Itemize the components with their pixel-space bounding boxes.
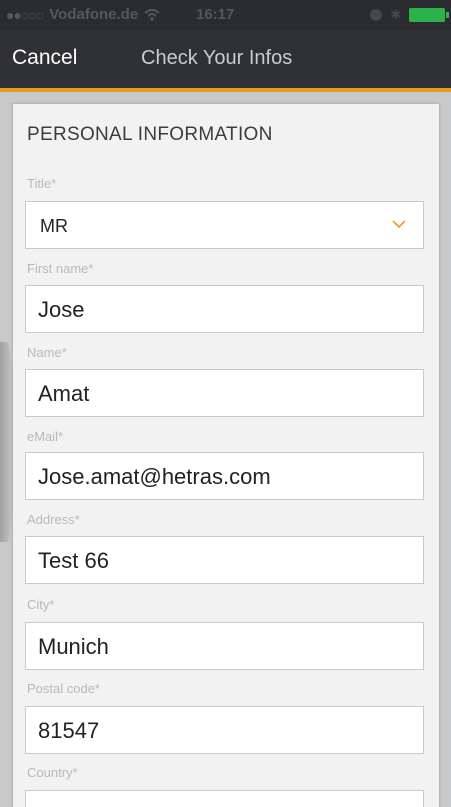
personal-information-card: PERSONAL INFORMATION Title* MR First nam… bbox=[13, 104, 439, 807]
name-label: Name* bbox=[27, 345, 67, 360]
nav-bar: Cancel Check Your Infos bbox=[0, 30, 451, 88]
email-value: Jose.amat@hetras.com bbox=[38, 464, 271, 489]
title-label: Title* bbox=[27, 176, 57, 191]
content-area[interactable]: PERSONAL INFORMATION Title* MR First nam… bbox=[0, 92, 451, 807]
battery-icon bbox=[409, 8, 449, 22]
address-label: Address* bbox=[27, 512, 80, 527]
section-title: PERSONAL INFORMATION bbox=[27, 124, 273, 145]
edge-shadow bbox=[0, 342, 14, 542]
email-field[interactable]: Jose.amat@hetras.com bbox=[25, 452, 424, 500]
first-name-label: First name* bbox=[27, 261, 94, 276]
status-right: ✱ bbox=[370, 7, 449, 23]
first-name-field[interactable]: Jose bbox=[25, 285, 424, 333]
address-field[interactable]: Test 66 bbox=[25, 536, 424, 584]
carrier-name: Vodafone.de bbox=[49, 6, 139, 23]
postal-code-value: 81547 bbox=[38, 718, 100, 743]
chevron-down-icon bbox=[392, 220, 406, 229]
cancel-button[interactable]: Cancel bbox=[12, 46, 77, 70]
city-label: City* bbox=[27, 597, 55, 612]
address-value: Test 66 bbox=[38, 548, 109, 573]
orientation-lock-icon bbox=[370, 9, 383, 21]
title-select-value: MR bbox=[40, 216, 68, 236]
page-title: Check Your Infos bbox=[141, 47, 293, 69]
country-label: Country* bbox=[27, 765, 78, 780]
name-field[interactable]: Amat bbox=[25, 369, 424, 417]
postal-code-field[interactable]: 81547 bbox=[25, 706, 424, 754]
name-value: Amat bbox=[38, 381, 90, 406]
postal-code-label: Postal code* bbox=[27, 681, 100, 696]
status-left: ●●○○○ Vodafone.de bbox=[6, 6, 160, 23]
wifi-icon bbox=[144, 8, 160, 21]
screen: ●●○○○ Vodafone.de 16:17 ✱ Cancel Check Y… bbox=[0, 0, 451, 807]
bluetooth-icon: ✱ bbox=[390, 7, 401, 22]
signal-strength-icon: ●●○○○ bbox=[6, 6, 44, 23]
title-select[interactable]: MR bbox=[25, 201, 424, 249]
status-bar: ●●○○○ Vodafone.de 16:17 ✱ bbox=[0, 0, 451, 30]
city-field[interactable]: Munich bbox=[25, 622, 424, 670]
city-value: Munich bbox=[38, 634, 109, 659]
email-label: eMail* bbox=[27, 429, 64, 444]
status-time: 16:17 bbox=[196, 6, 235, 23]
country-select[interactable] bbox=[25, 790, 424, 807]
first-name-value: Jose bbox=[38, 297, 85, 322]
